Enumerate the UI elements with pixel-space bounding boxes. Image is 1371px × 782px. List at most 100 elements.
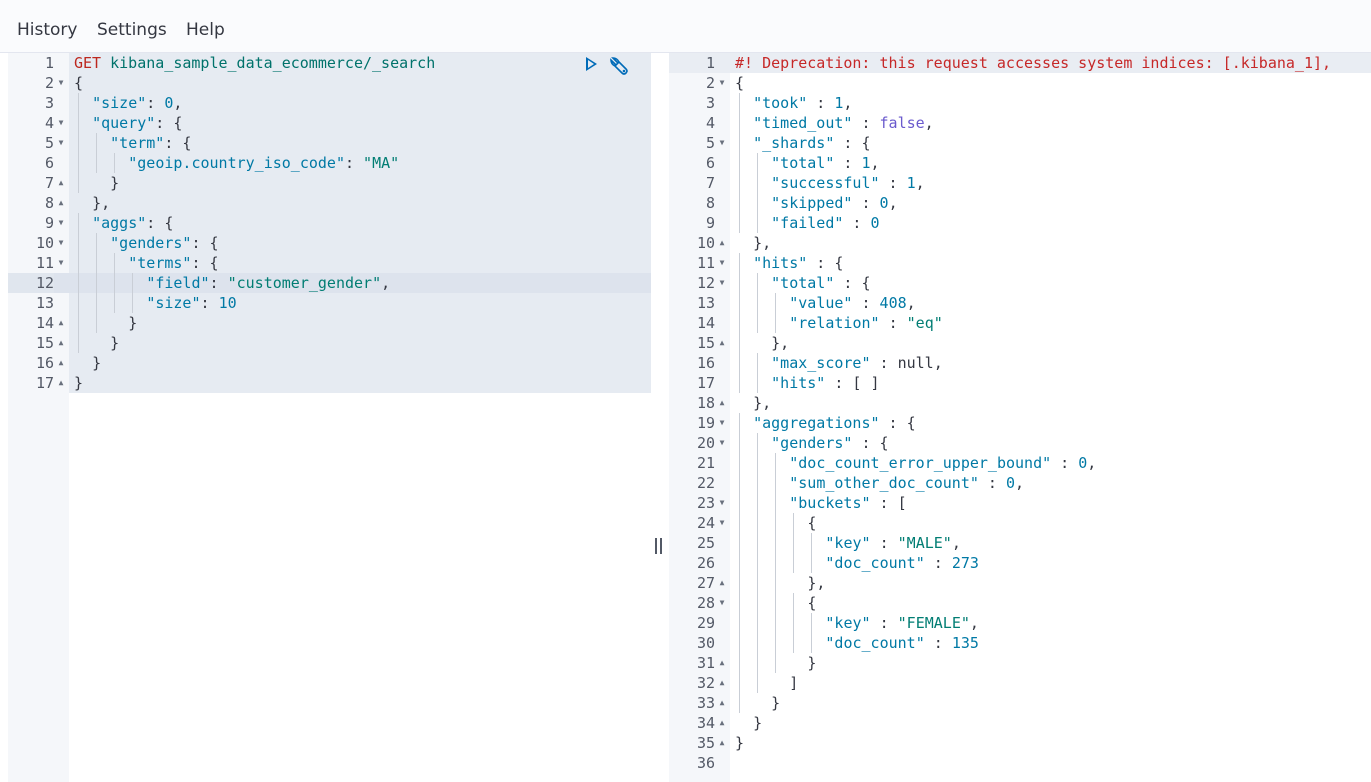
fold-close-icon[interactable]: ▲ xyxy=(56,353,66,373)
request-editor[interactable]: 1 GET kibana_sample_data_ecommerce/_searc… xyxy=(8,53,651,782)
code-token: "MA" xyxy=(363,154,400,172)
line-number: 1 xyxy=(44,54,54,72)
request-line[interactable]: 17 ▲} xyxy=(8,373,651,393)
request-line[interactable]: 4 ▼ "query": { xyxy=(8,113,651,133)
request-line[interactable]: 1 GET kibana_sample_data_ecommerce/_searc… xyxy=(8,53,651,73)
fold-close-icon[interactable]: ▲ xyxy=(717,333,727,353)
fold-close-icon[interactable]: ▲ xyxy=(717,573,727,593)
line-number: 6 xyxy=(44,154,54,172)
fold-open-icon[interactable]: ▼ xyxy=(717,513,727,533)
code-text: "doc_count_error_upper_bound" : 0, xyxy=(789,453,1096,473)
response-line: 31 ▲} xyxy=(669,653,1371,673)
fold-open-icon[interactable]: ▼ xyxy=(717,133,727,153)
request-line[interactable]: 3 "size": 0, xyxy=(8,93,651,113)
code-text: "term": { xyxy=(110,133,191,153)
request-line[interactable]: 7 ▲} xyxy=(8,173,651,193)
response-line: 17 "hits" : [ ] xyxy=(669,373,1371,393)
code-text: }, xyxy=(771,333,789,353)
fold-close-icon[interactable]: ▲ xyxy=(56,373,66,393)
code-text: ] xyxy=(789,673,798,693)
request-line[interactable]: 12 "field": "customer_gender", xyxy=(8,273,651,293)
line-number: 14 xyxy=(35,314,54,332)
fold-close-icon[interactable]: ▲ xyxy=(717,733,727,753)
line-number: 2 xyxy=(44,74,54,92)
fold-close-icon[interactable]: ▲ xyxy=(717,673,727,693)
code-token: : xyxy=(852,294,880,312)
request-line[interactable]: 5 ▼ "term": { xyxy=(8,133,651,153)
fold-open-icon[interactable]: ▼ xyxy=(56,213,66,233)
code-text: "genders" : { xyxy=(771,433,888,453)
code-token: 10 xyxy=(218,294,237,312)
wrench-icon[interactable] xyxy=(608,55,630,81)
response-line: 15 ▲}, xyxy=(669,333,1371,353)
fold-open-icon[interactable]: ▼ xyxy=(56,233,66,253)
fold-close-icon[interactable]: ▲ xyxy=(717,693,727,713)
code-token: } xyxy=(128,314,138,332)
request-line[interactable]: 14 ▲} xyxy=(8,313,651,333)
code-token: "eq" xyxy=(906,314,943,332)
fold-close-icon[interactable]: ▲ xyxy=(56,333,66,353)
fold-open-icon[interactable]: ▼ xyxy=(56,113,66,133)
line-number: 26 xyxy=(696,554,715,572)
code-text: "value" : 408, xyxy=(789,293,915,313)
code-text: "total" : { xyxy=(771,273,870,293)
request-line[interactable]: 2 ▼ { xyxy=(8,73,651,93)
code-text: { xyxy=(74,73,83,93)
code-token: : { xyxy=(155,114,183,132)
fold-close-icon[interactable]: ▲ xyxy=(717,393,727,413)
code-text: "hits" : { xyxy=(753,253,843,273)
code-token: "doc_count" xyxy=(825,554,925,572)
code-token: { xyxy=(807,594,817,612)
request-line[interactable]: 6 "geoip.country_iso_code": "MA" xyxy=(8,153,651,173)
fold-open-icon[interactable]: ▼ xyxy=(717,73,727,93)
fold-open-icon[interactable]: ▼ xyxy=(56,133,66,153)
code-token: : xyxy=(870,354,898,372)
code-token: , xyxy=(951,534,961,552)
fold-open-icon[interactable]: ▼ xyxy=(717,433,727,453)
line-number: 9 xyxy=(705,214,715,232)
code-token: 0 xyxy=(870,214,880,232)
response-line: 25 "key" : "MALE", xyxy=(669,533,1371,553)
code-token: : { xyxy=(146,214,174,232)
request-line[interactable]: 15 ▲} xyxy=(8,333,651,353)
fold-open-icon[interactable]: ▼ xyxy=(717,413,727,433)
request-line[interactable]: 11 ▼ "terms": { xyxy=(8,253,651,273)
fold-close-icon[interactable]: ▲ xyxy=(717,713,727,733)
code-text: } xyxy=(110,333,119,353)
fold-open-icon[interactable]: ▼ xyxy=(717,273,727,293)
code-token: "customer_gender" xyxy=(227,274,382,292)
line-number: 7 xyxy=(705,174,715,192)
code-token: "query" xyxy=(92,114,156,132)
request-line[interactable]: 8 ▲}, xyxy=(8,193,651,213)
pane-resizer-handle[interactable] xyxy=(654,538,664,556)
fold-close-icon[interactable]: ▲ xyxy=(56,193,66,213)
settings-menu-item[interactable]: Settings xyxy=(97,19,167,41)
fold-close-icon[interactable]: ▲ xyxy=(56,173,66,193)
code-token: }, xyxy=(807,574,826,592)
request-line[interactable]: 16 ▲} xyxy=(8,353,651,373)
fold-open-icon[interactable]: ▼ xyxy=(717,593,727,613)
request-line[interactable]: 13 "size": 10 xyxy=(8,293,651,313)
line-number: 27 xyxy=(696,574,715,592)
request-line[interactable]: 10 ▼ "genders": { xyxy=(8,233,651,253)
help-menu-item[interactable]: Help xyxy=(186,19,225,41)
line-number: 14 xyxy=(696,314,715,332)
line-number: 18 xyxy=(696,394,715,412)
fold-open-icon[interactable]: ▼ xyxy=(717,493,727,513)
code-token: "sum_other_doc_count" xyxy=(789,474,979,492)
line-number: 23 xyxy=(696,494,715,512)
code-token: "hits" xyxy=(771,374,826,392)
fold-open-icon[interactable]: ▼ xyxy=(717,253,727,273)
code-token: : { xyxy=(852,434,889,452)
fold-close-icon[interactable]: ▲ xyxy=(717,653,727,673)
fold-close-icon[interactable]: ▲ xyxy=(717,233,727,253)
fold-open-icon[interactable]: ▼ xyxy=(56,73,66,93)
fold-close-icon[interactable]: ▲ xyxy=(56,313,66,333)
code-token: : xyxy=(852,194,880,212)
request-line[interactable]: 9 ▼ "aggs": { xyxy=(8,213,651,233)
fold-open-icon[interactable]: ▼ xyxy=(56,253,66,273)
history-menu-item[interactable]: History xyxy=(17,19,77,41)
response-line: 33 ▲} xyxy=(669,693,1371,713)
code-token: "size" xyxy=(92,94,147,112)
code-token: : xyxy=(807,94,835,112)
